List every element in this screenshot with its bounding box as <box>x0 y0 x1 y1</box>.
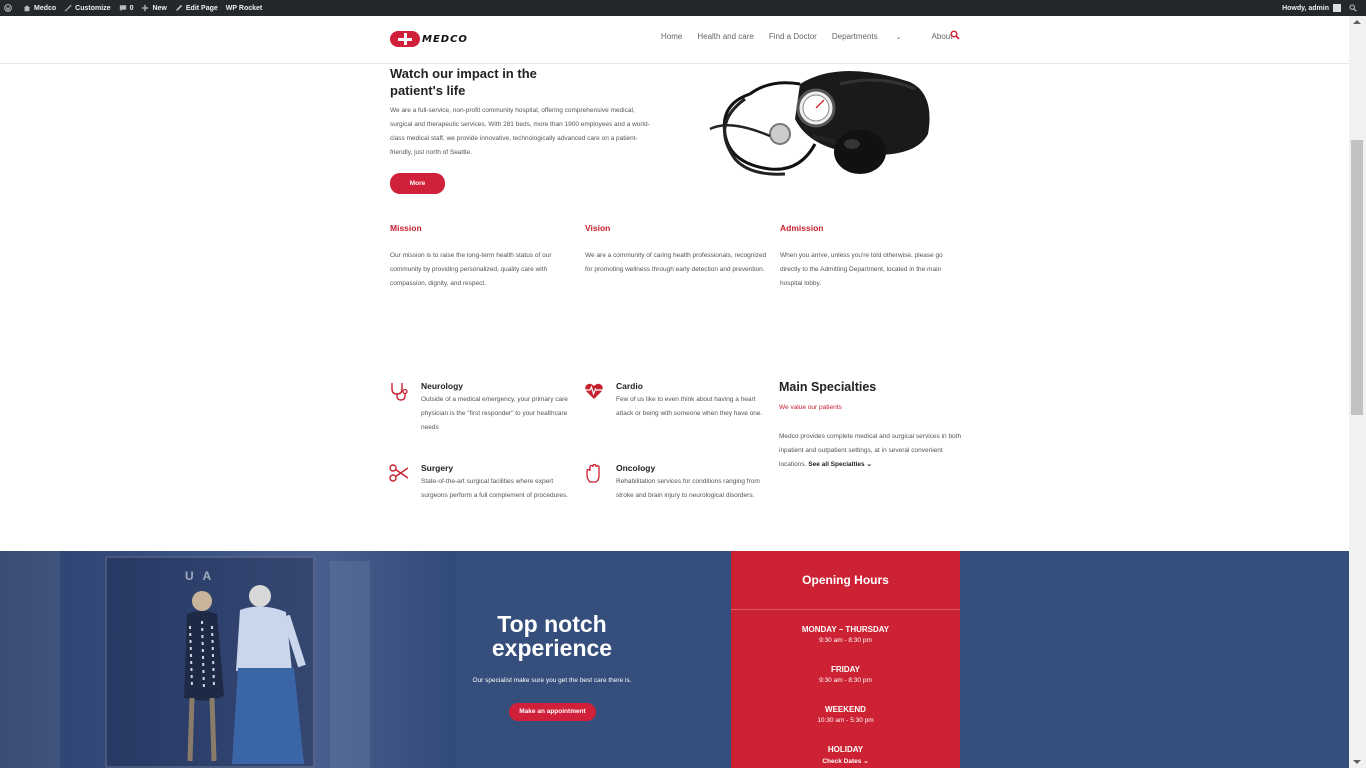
admin-search[interactable] <box>1349 4 1360 12</box>
new-link[interactable]: New <box>141 4 167 12</box>
hours-row: WEEKEND 10:30 am - 5:30 pm <box>731 705 960 724</box>
chevron-down-icon: ⌄ <box>866 461 872 468</box>
make-appointment-button[interactable]: Make an appointment <box>509 703 596 721</box>
hours-row: HOLIDAY Check Dates ⌄ <box>731 745 960 765</box>
vision-text: We are a community of caring health prof… <box>585 252 767 273</box>
search-icon <box>1349 4 1357 12</box>
scissors-icon <box>389 464 409 482</box>
specialty-title[interactable]: Oncology <box>616 463 655 473</box>
check-dates-label: Check Dates <box>822 758 862 765</box>
customize-link[interactable]: Customize <box>64 4 111 12</box>
site-name-link[interactable]: Medco <box>23 4 56 12</box>
main-nav: Home Health and care Find a Doctor Depar… <box>661 32 967 41</box>
nav-departments[interactable]: Departments ⌄ <box>832 32 917 41</box>
intro-title: Watch our impact in the patient's life <box>390 66 537 98</box>
site-logo[interactable]: MEDCO <box>390 30 488 48</box>
new-label: New <box>152 4 167 12</box>
main-specialties-subtitle: We value our patients <box>779 404 842 411</box>
logo-text: MEDCO <box>422 33 468 45</box>
admission-title: Admission <box>780 223 824 233</box>
logo-cross-icon <box>390 31 420 47</box>
vision-title: Vision <box>585 223 611 233</box>
nav-health-and-care[interactable]: Health and care <box>697 32 753 41</box>
mission-text: Our mission is to raise the long-term he… <box>390 252 552 287</box>
nav-home[interactable]: Home <box>661 32 682 41</box>
specialty-text: Few of us like to even think about havin… <box>616 396 763 417</box>
comments-link[interactable]: 0 <box>119 4 134 12</box>
wp-rocket-label: WP Rocket <box>225 4 263 12</box>
photo-sign: U A <box>185 569 215 583</box>
experience-title: Top notch experience <box>491 611 613 661</box>
nav-find-a-doctor[interactable]: Find a Doctor <box>769 32 817 41</box>
chevron-down-icon: ⌄ <box>895 34 902 41</box>
wordpress-menu[interactable] <box>4 4 15 12</box>
main-specialties-text: Medco provides complete medical and surg… <box>779 430 964 472</box>
specialty-title[interactable]: Cardio <box>616 381 643 391</box>
avatar <box>1333 4 1341 12</box>
wp-rocket-link[interactable]: WP Rocket <box>226 5 262 12</box>
mission-title: Mission <box>390 223 422 233</box>
stethoscope-icon <box>391 383 408 401</box>
hours-day: FRIDAY <box>830 665 861 674</box>
experience-text: Our specialist make sure you get the bes… <box>472 677 632 684</box>
hand-icon <box>586 463 600 483</box>
site-name: Medco <box>34 4 57 12</box>
search-icon[interactable] <box>950 30 960 40</box>
heart-pulse-icon <box>585 383 603 399</box>
wordpress-icon <box>4 4 12 12</box>
hours-day: WEEKEND <box>825 705 866 714</box>
opening-hours-title: Opening Hours <box>802 573 889 587</box>
home-icon <box>23 5 31 12</box>
pencil-icon <box>176 4 183 11</box>
customize-label: Customize <box>75 4 111 12</box>
plus-icon <box>142 4 149 12</box>
hours-time: 9:30 am - 8:30 pm <box>819 677 872 684</box>
admin-bar: Medco Customize 0 New Edit Page WP Rocke… <box>0 0 1366 16</box>
hours-row: MONDAY – THURSDAY 9:30 am - 8:30 pm <box>731 625 960 644</box>
specialty-text: Rehabilitation services for conditions r… <box>616 478 760 499</box>
edit-page-label: Edit Page <box>185 4 218 12</box>
intro-text: We are a full-service, non-profit commun… <box>390 107 650 156</box>
comments-count: 0 <box>129 4 134 12</box>
opening-hours-panel: Opening Hours MONDAY – THURSDAY 9:30 am … <box>731 551 960 768</box>
check-dates-link[interactable]: Check Dates ⌄ <box>731 757 960 765</box>
see-all-label: See all Specialties <box>808 461 865 468</box>
brush-icon <box>64 4 72 12</box>
hours-time: 10:30 am - 5:30 pm <box>817 717 874 724</box>
scroll-up-arrow-icon[interactable] <box>1353 20 1361 24</box>
blood-pressure-monitor-image <box>709 70 930 176</box>
divider <box>731 609 960 610</box>
nav-departments-label: Departments <box>831 32 878 41</box>
more-button[interactable]: More <box>390 173 445 194</box>
hours-day: MONDAY – THURSDAY <box>801 625 890 634</box>
chevron-down-icon: ⌄ <box>863 758 869 765</box>
hours-time: 9:30 am - 8:30 pm <box>819 637 872 644</box>
main-specialties-title: Main Specialties <box>779 380 877 394</box>
comment-icon <box>119 5 126 12</box>
admission-text: When you arrive, unless you're told othe… <box>780 252 943 287</box>
site-header: MEDCO Home Health and care Find a Doctor… <box>0 16 1349 64</box>
account-menu[interactable]: Howdy, admin <box>1282 4 1341 12</box>
photo-person <box>232 585 306 764</box>
hospital-corridor-photo: U A <box>0 551 456 768</box>
howdy-label: Howdy, admin <box>1282 4 1329 12</box>
scroll-down-arrow-icon[interactable] <box>1353 760 1361 764</box>
see-all-specialties-link[interactable]: See all Specialties ⌄ <box>808 461 872 468</box>
scrollbar-thumb[interactable] <box>1351 140 1363 415</box>
hours-day: HOLIDAY <box>827 745 864 754</box>
specialty-title[interactable]: Surgery <box>421 463 453 473</box>
specialty-text: Outside of a medical emergency, your pri… <box>421 396 568 431</box>
page-scrollbar[interactable] <box>1349 16 1366 768</box>
specialty-text: State-of-the-art surgical facilities whe… <box>421 478 569 499</box>
edit-page-link[interactable]: Edit Page <box>175 4 218 12</box>
hours-row: FRIDAY 9:30 am - 8:30 pm <box>731 665 960 684</box>
specialty-title[interactable]: Neurology <box>421 381 463 391</box>
